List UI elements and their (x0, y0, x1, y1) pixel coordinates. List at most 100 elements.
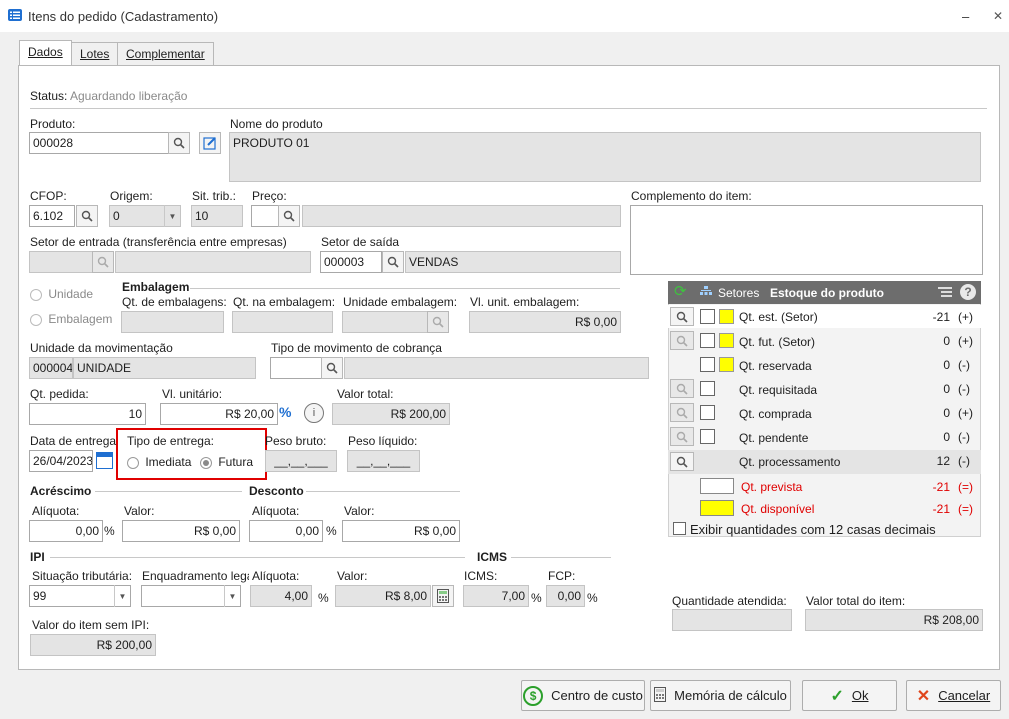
search-icon (676, 456, 688, 468)
radio-embalagem: Embalagem (30, 312, 112, 326)
icms-title: ICMS (477, 550, 507, 564)
search-icon (676, 407, 688, 419)
checkbox[interactable] (700, 381, 715, 396)
edit-produto-button[interactable] (199, 132, 221, 154)
divider (50, 557, 465, 558)
ipi-title: IPI (30, 550, 45, 564)
close-button[interactable]: ✕ (993, 9, 1003, 23)
stock-row-search-button[interactable] (670, 379, 694, 398)
setor-saida-label: Setor de saída (321, 235, 400, 249)
setor-saida-search-button[interactable] (382, 251, 404, 273)
radio-imediata[interactable]: Imediata (127, 455, 191, 469)
sit-trib-field: 10 (191, 205, 243, 227)
sem-ipi-label: Valor do item sem IPI: (32, 618, 150, 632)
ipi-enquadramento-label: Enquadramento legal: (142, 569, 249, 583)
search-icon (676, 335, 688, 347)
checkbox[interactable] (700, 309, 715, 324)
stock-row-value: 0 (943, 358, 950, 372)
complemento-textarea[interactable] (630, 205, 983, 275)
status-label: Status: (30, 89, 68, 103)
help-icon[interactable]: ? (960, 284, 976, 300)
complemento-label: Complemento do item: (631, 189, 752, 203)
tipo-mov-search-button[interactable] (321, 357, 343, 379)
tab-complementar[interactable]: Complementar (117, 42, 214, 66)
search-icon (283, 210, 295, 222)
info-icon[interactable]: i (304, 403, 324, 423)
desconto-valor-input[interactable]: R$ 0,00 (342, 520, 460, 542)
stock-row-label: Qt. processamento (739, 455, 841, 469)
calendar-icon[interactable] (96, 452, 113, 469)
desconto-percent: % (326, 524, 337, 538)
desconto-aliquota-input[interactable]: 0,00 (249, 520, 323, 542)
checkbox[interactable] (700, 405, 715, 420)
qt-na-embalagem-field (232, 311, 333, 333)
list-options-icon[interactable] (938, 285, 952, 302)
stock-row-search-button[interactable] (670, 307, 694, 326)
decimais-label: Exibir quantidades com 12 casas decimais (690, 522, 936, 537)
acrescimo-aliquota-input[interactable]: 0,00 (29, 520, 103, 542)
minimize-button[interactable]: – (962, 9, 969, 24)
acrescimo-valor-input[interactable]: R$ 0,00 (122, 520, 240, 542)
nome-produto-label: Nome do produto (230, 117, 323, 131)
yellow-marker (719, 333, 734, 348)
qt-pedida-input[interactable]: 10 (29, 403, 146, 425)
setores-button[interactable]: Setores (718, 286, 759, 300)
acrescimo-percent: % (104, 524, 115, 538)
dollar-icon: $ (523, 685, 544, 706)
stock-row-search-button[interactable] (670, 403, 694, 422)
setor-saida-code[interactable]: 000003 (320, 251, 382, 273)
divider (30, 108, 987, 109)
desconto-title: Desconto (249, 484, 304, 498)
cfop-search-button[interactable] (76, 205, 98, 227)
data-entrega-label: Data de entrega (30, 434, 117, 448)
cfop-input[interactable]: 6.102 (29, 205, 75, 227)
stock-row-label: Qt. fut. (Setor) (739, 335, 816, 349)
unidade-mov-label: Unidade da movimentação (30, 341, 173, 355)
percent-calc-icon[interactable]: % (279, 404, 291, 420)
divider (306, 491, 460, 492)
refresh-icon[interactable]: ⟳ (674, 284, 687, 300)
origem-label: Origem: (110, 189, 153, 203)
unidade-mov-code: 000004 (29, 357, 73, 379)
checkbox[interactable] (700, 429, 715, 444)
calculator-icon (437, 589, 449, 603)
stock-row-sign: (+) (958, 406, 973, 420)
stock-row-sign: (-) (958, 382, 970, 396)
search-icon (676, 311, 688, 323)
preco-search-button[interactable] (278, 205, 300, 227)
vl-unitario-input[interactable]: R$ 20,00 (160, 403, 278, 425)
produto-input[interactable]: 000028 (29, 132, 169, 154)
data-entrega-input[interactable]: 26/04/2023 (29, 450, 93, 472)
memoria-calculo-button[interactable]: Memória de cálculo (650, 680, 791, 711)
checkbox[interactable] (700, 333, 715, 348)
tab-dados[interactable]: Dados (19, 40, 72, 66)
search-icon (676, 383, 688, 395)
preco-input[interactable] (251, 205, 279, 227)
ok-button[interactable]: ✓ Ok (802, 680, 897, 711)
cancelar-button[interactable]: ✕ Cancelar (906, 680, 1001, 711)
stock-row-sign: (+) (958, 310, 973, 324)
decimais-checkbox[interactable] (673, 522, 686, 535)
stock-row-search-button[interactable] (670, 427, 694, 446)
setor-saida-name: VENDAS (405, 251, 621, 273)
tab-lotes[interactable]: Lotes (71, 42, 119, 66)
calculator-button[interactable] (432, 585, 454, 607)
search-icon (432, 316, 444, 328)
icms-field: 7,00 (463, 585, 529, 607)
stock-row-label: Qt. requisitada (739, 383, 818, 397)
prevista-label: Qt. prevista (741, 480, 803, 494)
tipo-mov-cobranca-code[interactable] (270, 357, 322, 379)
stock-row-search-button[interactable] (670, 452, 694, 471)
search-icon (173, 137, 185, 149)
checkbox[interactable] (700, 357, 715, 372)
chevron-down-icon[interactable]: ▼ (164, 205, 180, 227)
produto-search-button[interactable] (168, 132, 190, 154)
chevron-down-icon[interactable]: ▼ (114, 585, 130, 607)
search-icon (387, 256, 399, 268)
radio-icon (127, 456, 139, 469)
stock-row-search-button[interactable] (670, 331, 694, 350)
chevron-down-icon[interactable]: ▼ (224, 585, 240, 607)
centro-custo-button[interactable]: $ Centro de custo (521, 680, 645, 711)
radio-futura[interactable]: Futura (200, 455, 253, 469)
disponivel-value: -21 (932, 502, 950, 516)
